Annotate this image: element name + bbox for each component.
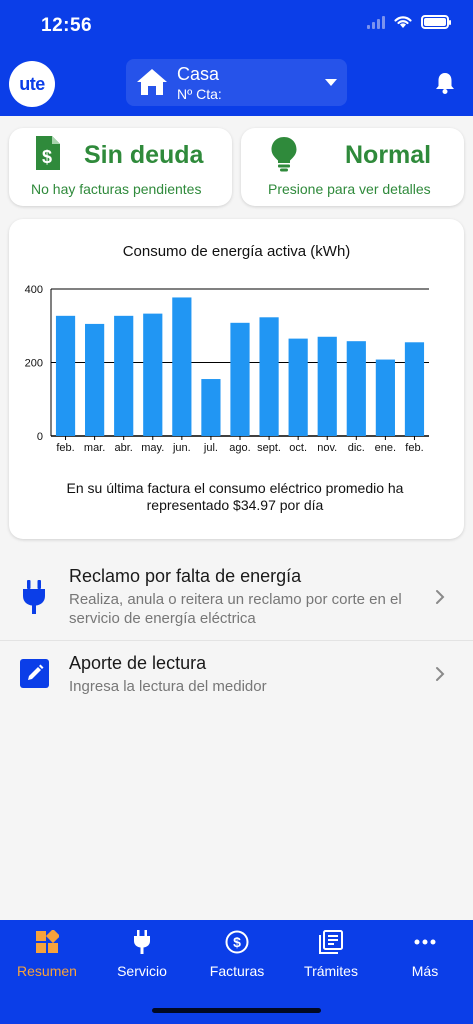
x-tick-label: abr.	[115, 442, 133, 454]
status-icons	[367, 14, 451, 29]
edit-pencil-icon	[20, 659, 49, 688]
house-icon	[137, 69, 167, 95]
account-name: Casa	[177, 64, 220, 84]
consumption-bar-chart: 0 200 400 feb. mar. abr. may. jun. jul. ago. sept.…	[25, 284, 429, 454]
app-header: 12:56 ute Casa Nº Cta:	[0, 0, 473, 116]
chart-title: Consumo de energía activa (kWh)	[122, 243, 351, 260]
ute-logo: ute	[9, 61, 55, 107]
x-tick-label: mar.	[84, 442, 105, 454]
consumption-chart-card: Consumo de energía activa (kWh) 0 200 400 f…	[9, 219, 464, 539]
svg-text:$: $	[233, 934, 241, 950]
menu-item-title: Reclamo por falta de energía	[69, 566, 302, 586]
tab-tramites[interactable]: Trámites	[286, 930, 376, 979]
tab-mas[interactable]: Más	[380, 930, 470, 979]
tab-resumen[interactable]: Resumen	[2, 928, 92, 979]
y-tick-label: 0	[37, 431, 43, 443]
bar	[85, 323, 105, 436]
account-selector[interactable]: Casa Nº Cta:	[126, 59, 347, 106]
tab-label: Resumen	[17, 963, 77, 979]
invoice-dollar-icon: $	[36, 136, 60, 170]
debt-status-subtitle: No hay facturas pendientes	[31, 181, 202, 197]
svg-text:$: $	[42, 147, 52, 167]
wifi-icon	[394, 16, 412, 28]
chevron-down-icon	[325, 79, 337, 86]
more-icon	[414, 939, 436, 945]
x-tick-label: sept.	[257, 442, 281, 454]
menu-item-description: Realiza, anula o reitera un reclamo por …	[69, 591, 402, 627]
x-tick-label: jun.	[172, 442, 191, 454]
menu-item-meter-reading[interactable]: Aporte de lectura Ingresa la lectura del…	[0, 641, 473, 709]
bar	[201, 379, 221, 436]
home-indicator	[152, 1008, 321, 1013]
dollar-icon: $	[225, 930, 249, 954]
status-bar: 12:56	[0, 0, 473, 52]
x-tick-label: jul.	[203, 442, 218, 454]
y-tick-label: 400	[25, 284, 43, 296]
y-tick-label: 200	[25, 358, 43, 370]
tab-label: Trámites	[304, 963, 358, 979]
bar	[375, 359, 395, 436]
bar	[404, 342, 425, 436]
x-tick-label: feb.	[56, 442, 74, 454]
menu-item-description: Ingresa la lectura del medidor	[69, 678, 267, 695]
consumption-status-title: Normal	[345, 141, 432, 169]
x-tick-label: feb.	[405, 442, 423, 454]
tab-facturas[interactable]: $ Facturas	[192, 930, 282, 979]
account-number: Nº Cta:	[177, 86, 222, 102]
battery-icon	[421, 14, 451, 29]
x-tick-label: oct.	[289, 442, 307, 454]
tab-servicio[interactable]: Servicio	[97, 930, 187, 979]
bar	[172, 297, 192, 436]
consumption-status-card[interactable]: Normal Presione para ver detalles	[241, 128, 464, 206]
x-tick-label: dic.	[348, 442, 365, 454]
bell-icon[interactable]	[434, 71, 456, 95]
document-icon	[319, 930, 343, 954]
tab-label: Más	[411, 963, 439, 979]
bar	[55, 315, 76, 436]
tab-label: Servicio	[117, 963, 167, 979]
x-tick-label: ago.	[229, 442, 250, 454]
plug-icon	[134, 930, 150, 954]
chart-note: En su última factura el consumo eléctric…	[66, 480, 404, 513]
bar	[259, 317, 279, 436]
debt-card[interactable]: $ Sin deuda No hay facturas pendientes	[9, 128, 232, 206]
plug-icon	[23, 580, 45, 614]
x-tick-label: nov.	[317, 442, 337, 454]
chevron-right-icon	[436, 667, 445, 681]
bar	[230, 322, 250, 436]
status-time: 12:56	[41, 15, 93, 36]
menu-item-power-outage-claim[interactable]: Reclamo por falta de energía Realiza, an…	[0, 552, 473, 640]
tab-label: Facturas	[209, 963, 265, 979]
bar	[346, 341, 366, 436]
consumption-status-subtitle: Presione para ver detalles	[268, 181, 431, 197]
lightbulb-icon	[271, 137, 297, 172]
debt-status-title: Sin deuda	[84, 141, 204, 169]
bar	[288, 338, 308, 436]
signal-icon	[367, 15, 385, 29]
chevron-right-icon	[436, 590, 445, 604]
x-tick-label: ene.	[375, 442, 396, 454]
bar	[317, 336, 337, 436]
grid-icon	[36, 928, 61, 953]
x-tick-label: may.	[141, 442, 164, 454]
bar	[143, 313, 163, 436]
bar	[114, 315, 134, 436]
menu-item-title: Aporte de lectura	[69, 653, 207, 673]
